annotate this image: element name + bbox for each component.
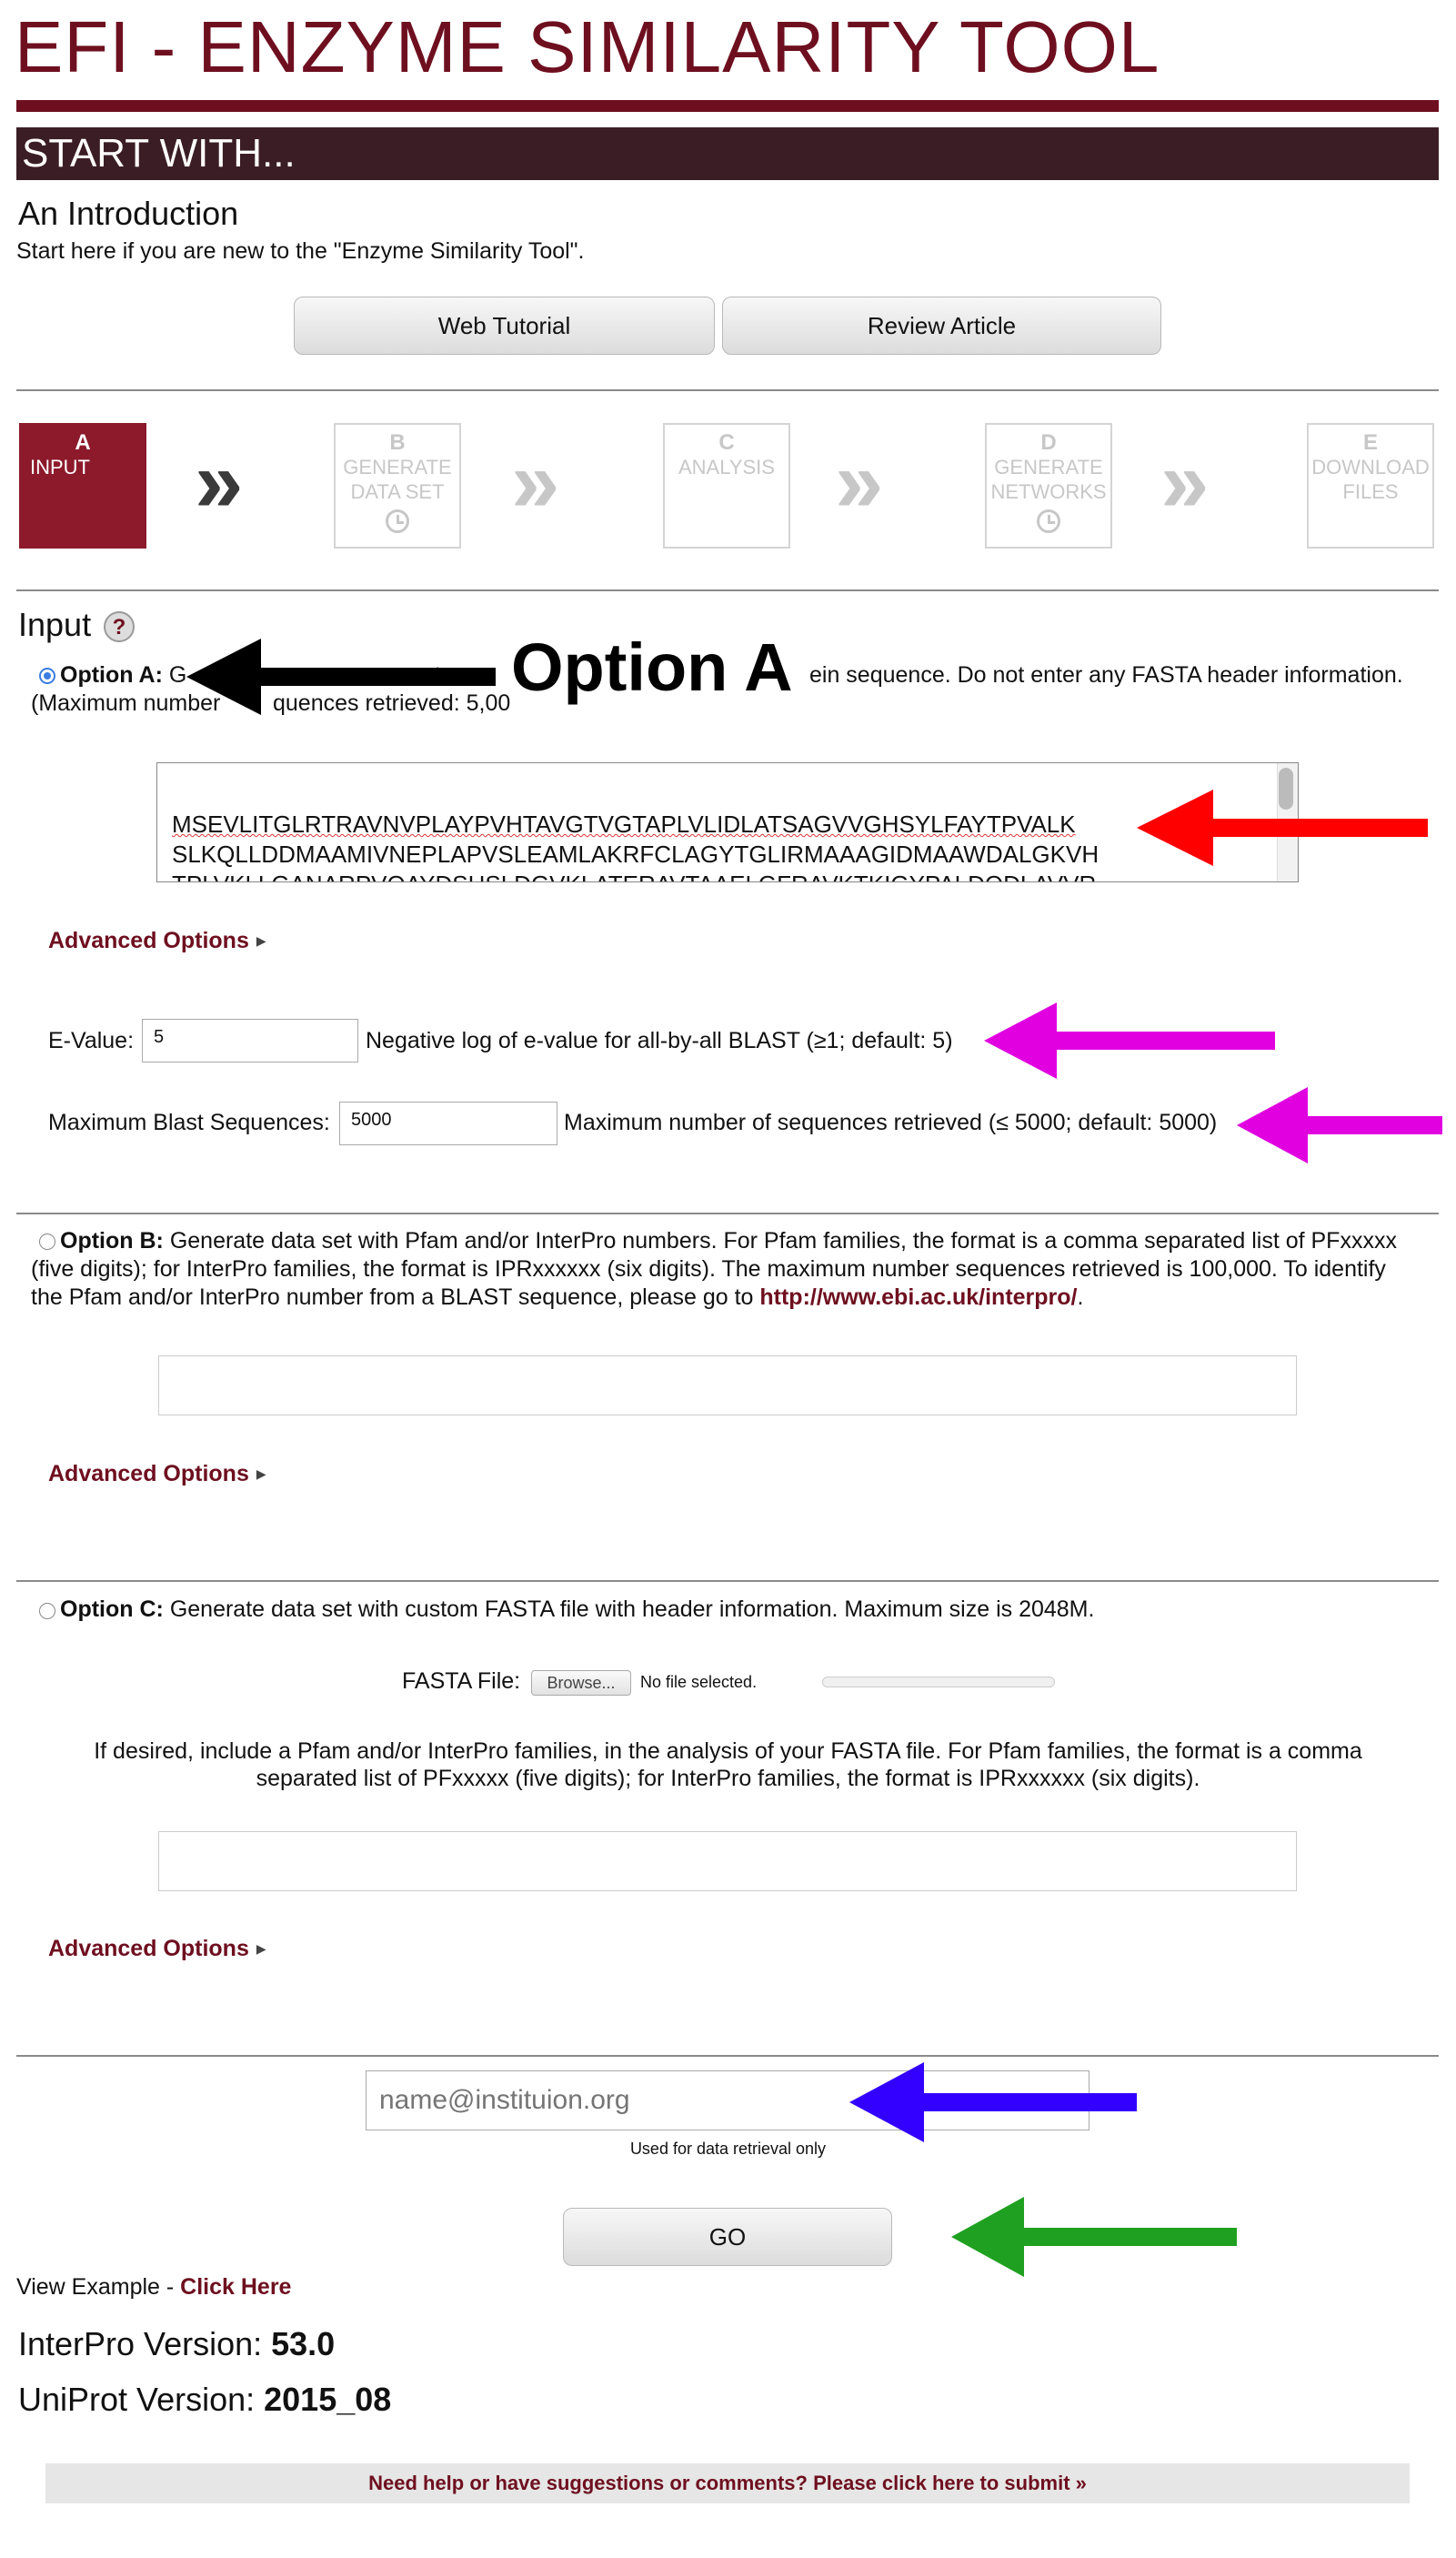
option-a-text: Option A: G (60, 662, 187, 688)
web-tutorial-button[interactable]: Web Tutorial (294, 297, 715, 355)
chevron-right-icon: » (1160, 433, 1210, 530)
option-a-advanced-options[interactable]: Advanced Options ▶ (48, 928, 266, 954)
arrow-head (849, 2062, 924, 2142)
option-a-callout: Option A (511, 629, 793, 705)
chevron-right-icon: » (511, 433, 560, 530)
sequence-line: SLKQLLDDMAAMIVNEPLAPVSLEAMLAKRFCLAGYTGLI… (172, 841, 1100, 868)
chevron-right-icon: » (195, 433, 244, 530)
triangle-right-icon: ▶ (256, 1941, 266, 1956)
arrow-head (984, 1002, 1057, 1079)
divider (16, 2055, 1439, 2057)
pfam-interpro-input[interactable] (158, 1355, 1297, 1415)
magenta-arrow-annotation (1237, 1087, 1442, 1163)
start-with-bar: START WITH... (16, 127, 1439, 180)
view-example: View Example - Click Here (16, 2274, 292, 2300)
option-b-text-line3: the Pfam and/or InterPro number from a B… (31, 1284, 1084, 1310)
arrow-head (951, 2197, 1024, 2277)
max-blast-input[interactable]: 5000 (339, 1102, 557, 1145)
step-b-generate-data-set: B GENERATE DATA SET (334, 423, 461, 549)
option-c-family-text-line1: If desired, include a Pfam and/or InterP… (94, 1738, 1362, 1764)
option-c-text: Option C: Generate data set with custom … (60, 1596, 1095, 1622)
fasta-file-label: FASTA File: (402, 1668, 521, 1694)
option-c-family-text-line2: separated list of PFxxxxx (five digits);… (256, 1766, 1200, 1791)
evalue-label: E-Value: (48, 1028, 135, 1053)
sequence-line: MSEVLITGLRTRAVNVPLAYPVHTAVGTVGTAPLVLIDLA… (172, 811, 1076, 838)
divider (16, 1580, 1439, 1582)
option-c-family-input[interactable] (158, 1831, 1297, 1891)
magenta-arrow-annotation (984, 1002, 1275, 1079)
help-feedback-link[interactable]: Need help or have suggestions or comment… (45, 2463, 1410, 2503)
triangle-right-icon: ▶ (256, 1466, 266, 1481)
evalue-description: Negative log of e-value for all-by-all B… (366, 1028, 953, 1053)
divider (16, 389, 1439, 391)
review-article-button[interactable]: Review Article (722, 297, 1161, 355)
view-example-link[interactable]: Click Here (180, 2274, 291, 2300)
chevron-right-icon: » (835, 433, 884, 530)
sequence-line: TPLVKLLGANARPVQAYDSHSLDGVKLATERAVTAAELGF… (172, 870, 1298, 881)
arrow-shaft (920, 2093, 1137, 2111)
option-c-radio[interactable] (39, 1603, 55, 1619)
help-icon[interactable]: ? (104, 611, 135, 642)
green-arrow-annotation (951, 2197, 1237, 2277)
email-note: Used for data retrieval only (629, 2140, 827, 2158)
browse-button[interactable]: Browse... (531, 1670, 631, 1696)
interpro-version: InterPro Version: 53.0 (18, 2325, 336, 2362)
black-arrow-annotation (186, 639, 496, 715)
sequence-textarea[interactable]: MSEVLITGLRTRAVNVPLAYPVHTAVGTVGTAPLVLIDLA… (156, 762, 1299, 882)
site-title: EFI - ENZYME SIMILARITY TOOL (15, 6, 1160, 87)
arrow-shaft (1020, 2228, 1237, 2246)
option-b-text: Option B: Generate data set with Pfam an… (60, 1228, 1397, 1254)
clock-icon (1037, 509, 1060, 533)
interpro-link[interactable]: http://www.ebi.ac.uk/interpro/ (759, 1284, 1077, 1310)
arrow-head (186, 639, 261, 715)
no-file-selected-text: No file selected. (640, 1673, 758, 1691)
evalue-input[interactable]: 5 (142, 1019, 358, 1062)
option-b-advanced-options[interactable]: Advanced Options ▶ (48, 1461, 266, 1487)
divider (16, 1213, 1439, 1214)
title-divider (16, 100, 1439, 112)
step-d-generate-networks: D GENERATE NETWORKS (985, 423, 1112, 549)
option-b-text-line2: (five digits); for InterPro families, th… (31, 1256, 1386, 1282)
arrow-head (1237, 1087, 1308, 1163)
red-arrow-annotation (1137, 790, 1428, 866)
clock-icon (386, 509, 409, 533)
arrow-shaft (257, 668, 496, 686)
intro-text: Start here if you are new to the "Enzyme… (16, 238, 585, 264)
step-c-analysis: C ANALYSIS (663, 423, 790, 549)
option-a-radio[interactable] (39, 668, 55, 684)
input-heading: Input (18, 606, 92, 643)
max-blast-label: Maximum Blast Sequences: (48, 1110, 330, 1135)
step-e-download-files: E DOWNLOAD FILES (1307, 423, 1434, 549)
option-a-text-end: ein sequence. Do not enter any FASTA hea… (809, 662, 1403, 688)
upload-progress-bar (822, 1677, 1055, 1687)
option-b-radio[interactable] (39, 1234, 55, 1250)
arrow-head (1137, 790, 1213, 866)
option-c-advanced-options[interactable]: Advanced Options ▶ (48, 1936, 266, 1962)
arrow-shaft (1304, 1116, 1442, 1134)
go-button[interactable]: GO (563, 2208, 892, 2266)
triangle-right-icon: ▶ (256, 933, 266, 948)
max-blast-description: Maximum number of sequences retrieved (≤… (564, 1110, 1218, 1135)
arrow-shaft (1210, 819, 1428, 837)
intro-heading: An Introduction (18, 195, 239, 232)
arrow-shaft (1053, 1032, 1275, 1050)
blue-arrow-annotation (849, 2062, 1137, 2142)
divider (16, 589, 1439, 591)
step-a-input: A INPUT (19, 423, 146, 549)
uniprot-version: UniProt Version: 2015_08 (18, 2381, 392, 2418)
